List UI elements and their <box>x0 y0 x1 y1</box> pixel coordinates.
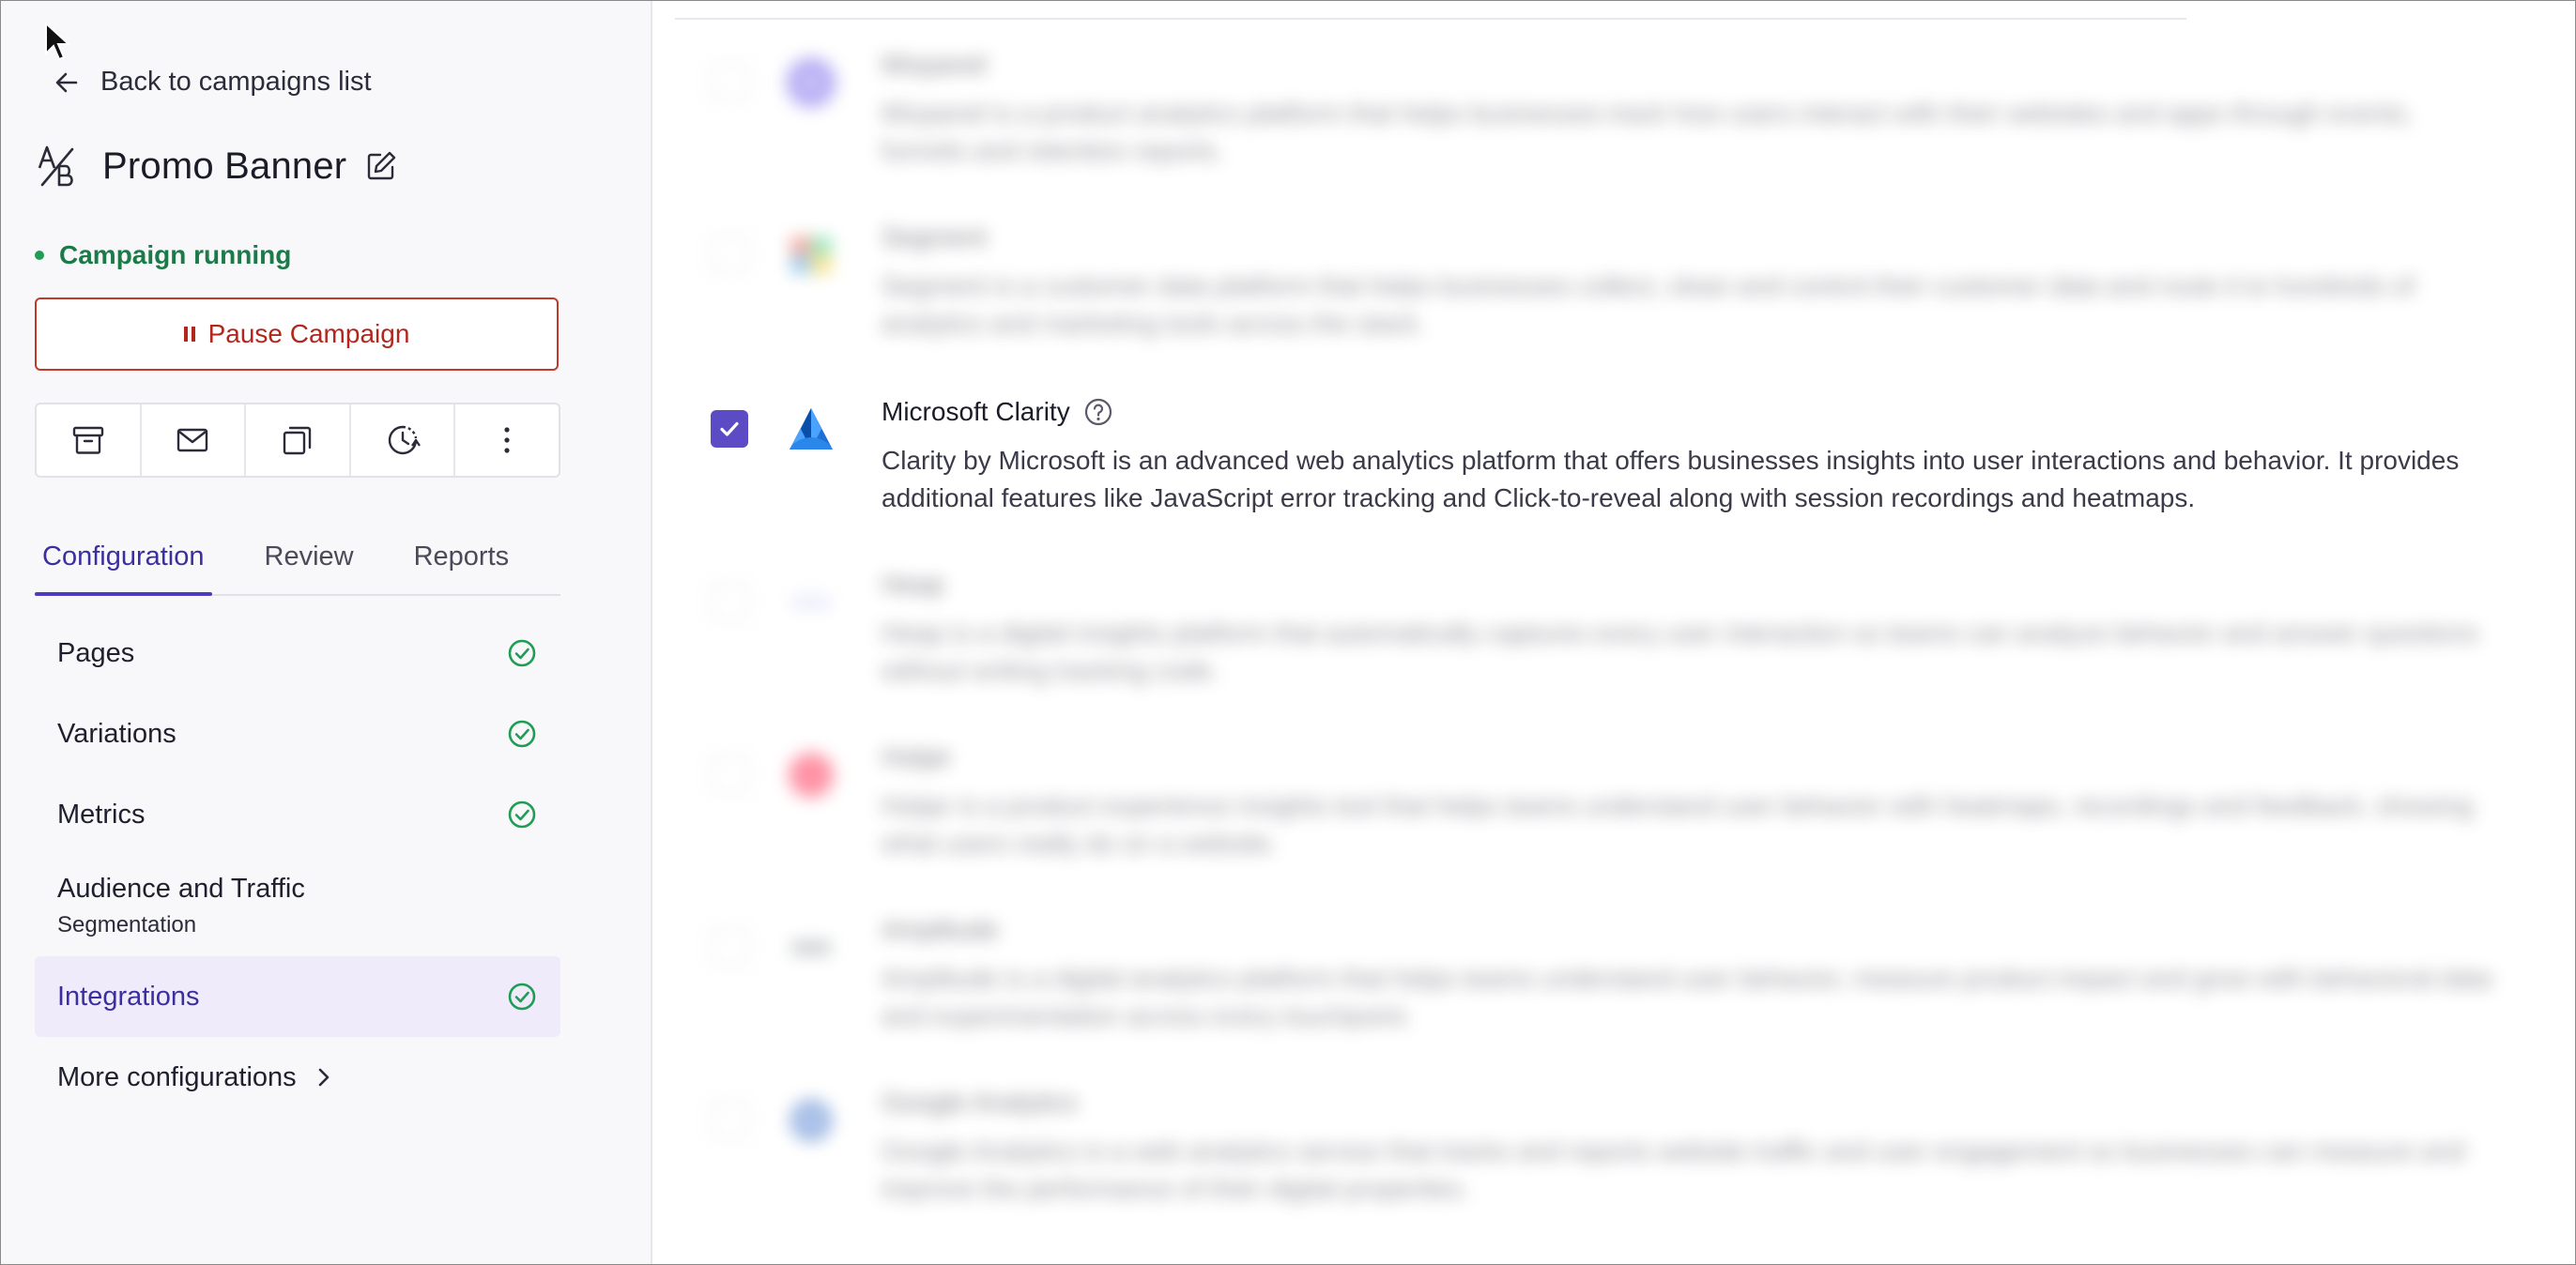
chevron-right-icon <box>318 1068 329 1087</box>
integration-description: Heap is a digital insights platform that… <box>882 618 2479 685</box>
integration-description: Google Analytics is a web analytics serv… <box>882 1136 2465 1203</box>
divider <box>675 18 2186 20</box>
pause-icon <box>183 327 195 342</box>
google-analytics-logo-icon <box>790 1100 832 1141</box>
integration-description: Hotjar is a product experience insights … <box>882 791 2473 858</box>
check-circle-icon <box>508 800 536 829</box>
tab-review[interactable]: Review <box>257 536 361 592</box>
integration-name: Mixpanel <box>882 50 988 79</box>
archive-button[interactable] <box>37 404 142 476</box>
integration-row-segment: Segment Segment is a customer data platf… <box>652 222 2575 386</box>
nav-item-label: Metrics <box>57 799 146 830</box>
integration-checkbox[interactable] <box>711 410 748 448</box>
campaign-action-bar <box>35 403 560 478</box>
email-button[interactable] <box>142 404 247 476</box>
nav-item-audience-traffic[interactable]: Audience and Traffic Segmentation <box>35 855 560 956</box>
integration-row-heap: Heap Heap is a digital insights platform… <box>652 570 2575 733</box>
archive-icon <box>72 426 103 454</box>
nav-item-metrics[interactable]: Metrics <box>35 774 560 855</box>
campaign-title-row: Promo Banner <box>37 144 397 189</box>
integration-name: Google Analytics <box>882 1088 1078 1117</box>
integration-name: Amplitude <box>882 915 999 944</box>
tab-reports[interactable]: Reports <box>406 536 517 592</box>
more-vertical-icon <box>504 427 510 453</box>
configuration-nav: Pages Variations Metrics Audience and Tr… <box>35 613 560 1118</box>
integration-checkbox[interactable] <box>711 1101 748 1138</box>
integration-description: Clarity by Microsoft is an advanced web … <box>882 446 2460 512</box>
nav-item-label: Integrations <box>57 981 200 1012</box>
amplitude-logo-icon <box>791 941 831 954</box>
pause-campaign-button[interactable]: Pause Campaign <box>35 297 559 371</box>
integration-description: Mixpanel is a product analytics platform… <box>882 99 2414 165</box>
history-icon <box>388 425 421 455</box>
edit-title-icon[interactable] <box>365 150 397 182</box>
integration-checkbox[interactable] <box>711 63 748 100</box>
mouse-cursor-icon <box>45 22 71 61</box>
check-circle-icon <box>508 639 536 667</box>
integration-row-hotjar: Hotjar Hotjar is a product experience in… <box>652 742 2575 906</box>
help-circle-icon[interactable] <box>1083 397 1113 427</box>
integration-checkbox[interactable] <box>711 236 748 273</box>
campaign-status: Campaign running <box>35 240 291 270</box>
nav-item-sublabel: Segmentation <box>57 911 197 937</box>
mixpanel-logo-icon <box>787 58 836 107</box>
integration-row-microsoft-clarity: Microsoft Clarity Clarity by Microsoft i… <box>652 397 2575 560</box>
status-dot-icon <box>35 251 44 260</box>
integration-name: Segment <box>882 222 988 251</box>
campaign-title: Promo Banner <box>102 145 347 187</box>
checkmark-icon <box>720 421 739 436</box>
campaign-sidebar: Back to campaigns list Promo Banner Camp… <box>1 1 652 1264</box>
pause-campaign-label: Pause Campaign <box>207 319 410 348</box>
integration-row-mixpanel: Mixpanel Mixpanel is a product analytics… <box>652 50 2575 213</box>
back-link-label: Back to campaigns list <box>100 67 372 97</box>
segment-logo-icon <box>791 237 831 273</box>
check-circle-icon <box>508 720 536 748</box>
hotjar-logo-icon <box>789 753 834 798</box>
integration-name: Microsoft Clarity <box>882 397 1113 427</box>
nav-item-label: Variations <box>57 718 176 749</box>
integration-name: Hotjar <box>882 742 952 771</box>
integration-description: Amplitude is a digital analytics platfor… <box>882 964 2492 1030</box>
integration-name: Heap <box>882 570 944 599</box>
integration-row-google-analytics: Google Analytics Google Analytics is a w… <box>652 1088 2575 1251</box>
nav-item-variations[interactable]: Variations <box>35 693 560 774</box>
integrations-panel: Mixpanel Mixpanel is a product analytics… <box>652 1 2575 1264</box>
campaign-tabs: Configuration Review Reports <box>35 536 560 596</box>
integration-checkbox[interactable] <box>711 928 748 966</box>
nav-item-label: Audience and Traffic <box>57 873 305 904</box>
app-window: Back to campaigns list Promo Banner Camp… <box>0 0 2576 1265</box>
nav-item-label: Pages <box>57 637 135 668</box>
ab-test-icon <box>38 145 74 187</box>
more-actions-button[interactable] <box>455 404 559 476</box>
mail-icon <box>177 428 208 452</box>
integration-row-amplitude: Amplitude Amplitude is a digital analyti… <box>652 915 2575 1078</box>
nav-item-pages[interactable]: Pages <box>35 613 560 693</box>
integration-description: Segment is a customer data platform that… <box>882 271 2415 338</box>
integration-checkbox[interactable] <box>711 755 748 793</box>
nav-item-more-configurations[interactable]: More configurations <box>35 1037 560 1118</box>
back-to-campaigns-link[interactable]: Back to campaigns list <box>52 67 372 98</box>
duplicate-button[interactable] <box>246 404 351 476</box>
heap-logo-icon <box>791 598 831 607</box>
integration-checkbox[interactable] <box>711 583 748 620</box>
history-button[interactable] <box>351 404 456 476</box>
nav-item-integrations[interactable]: Integrations <box>35 956 560 1037</box>
microsoft-clarity-logo-icon <box>790 408 833 450</box>
duplicate-icon <box>283 426 312 455</box>
tab-configuration[interactable]: Configuration <box>35 536 212 596</box>
arrow-left-icon <box>55 72 78 92</box>
check-circle-icon <box>508 983 536 1011</box>
campaign-status-text: Campaign running <box>59 240 292 269</box>
nav-item-label: More configurations <box>57 1061 297 1092</box>
